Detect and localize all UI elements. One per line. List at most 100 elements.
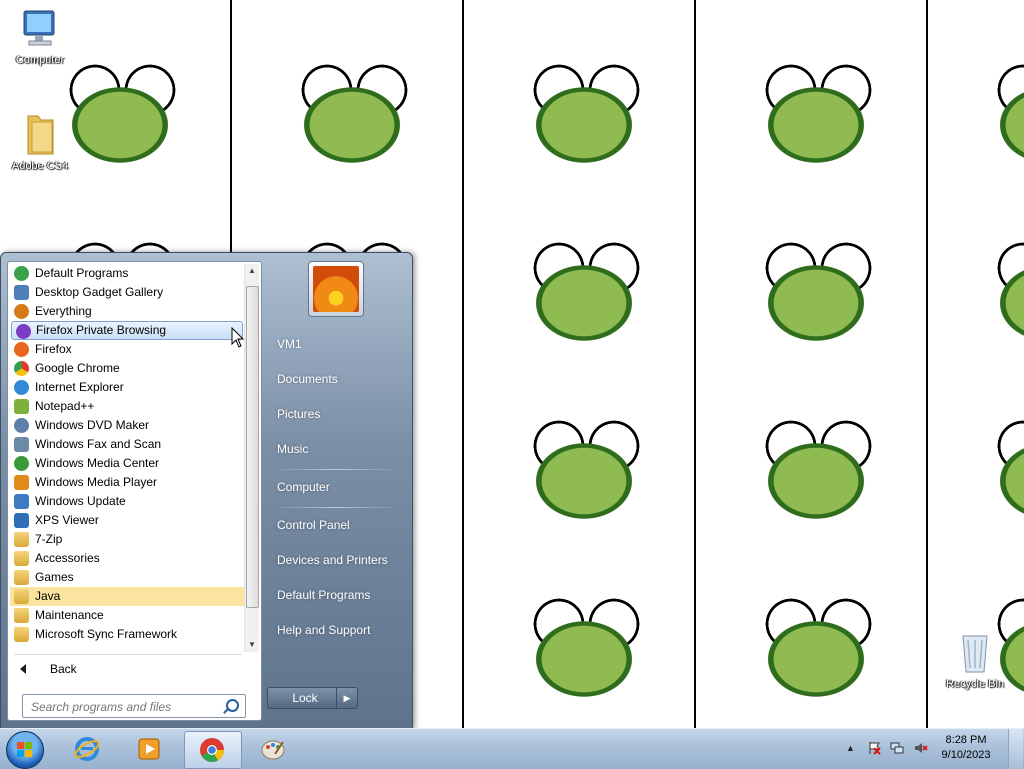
taskbar-internet-explorer[interactable] bbox=[60, 731, 116, 767]
divider bbox=[271, 507, 401, 508]
shutdown-options-arrow-icon[interactable]: ▶ bbox=[336, 687, 358, 709]
firefox-icon bbox=[14, 342, 29, 357]
program-label: Google Chrome bbox=[35, 361, 120, 375]
program-label: Notepad++ bbox=[35, 399, 95, 413]
link-vm1[interactable]: VM1 bbox=[269, 329, 412, 359]
folder-icon bbox=[27, 115, 54, 155]
program-label: Microsoft Sync Framework bbox=[35, 627, 178, 641]
back-button[interactable]: Back bbox=[14, 659, 234, 679]
desktop-icon-computer[interactable]: Computer bbox=[0, 8, 80, 66]
chrome-icon bbox=[200, 738, 224, 763]
user-picture[interactable] bbox=[308, 261, 364, 317]
action-center-flag-icon[interactable] bbox=[868, 741, 882, 755]
program-item[interactable]: Windows DVD Maker bbox=[10, 416, 244, 435]
program-item[interactable]: Windows Update bbox=[10, 492, 244, 511]
taskbar-media-player[interactable] bbox=[122, 731, 178, 767]
program-folder[interactable]: Maintenance bbox=[10, 606, 244, 625]
taskbar-google-chrome[interactable] bbox=[184, 731, 242, 769]
link-pictures[interactable]: Pictures bbox=[269, 399, 412, 429]
ie-icon bbox=[14, 380, 29, 395]
chrome-icon bbox=[14, 361, 29, 376]
program-folder[interactable]: Games bbox=[10, 568, 244, 587]
program-label: Accessories bbox=[35, 551, 100, 565]
clock-time: 8:28 PM bbox=[945, 734, 987, 746]
program-item-hovered[interactable]: Firefox Private Browsing bbox=[11, 321, 243, 340]
program-list: Default Programs Desktop Gadget Gallery … bbox=[10, 264, 244, 652]
start-menu: Default Programs Desktop Gadget Gallery … bbox=[0, 252, 413, 730]
taskbar-paint[interactable] bbox=[246, 731, 302, 767]
program-item[interactable]: Windows Fax and Scan bbox=[10, 435, 244, 454]
xps-viewer-icon bbox=[14, 513, 29, 528]
divider bbox=[14, 654, 242, 655]
program-item[interactable]: Notepad++ bbox=[10, 397, 244, 416]
program-item[interactable]: Desktop Gadget Gallery bbox=[10, 283, 244, 302]
magnifier-icon bbox=[14, 304, 29, 319]
gadget-icon bbox=[14, 285, 29, 300]
program-label: Firefox Private Browsing bbox=[36, 323, 167, 337]
desktop-icon-recycle-bin[interactable]: Recycle Bin bbox=[935, 630, 1015, 690]
program-label: Windows Fax and Scan bbox=[35, 437, 162, 451]
desktop-icon-label: Recycle Bin bbox=[945, 678, 1005, 690]
default-programs-icon bbox=[14, 266, 29, 281]
program-label: Maintenance bbox=[35, 608, 104, 622]
paint-icon bbox=[261, 740, 285, 760]
program-label: Windows Media Center bbox=[35, 456, 160, 470]
program-label: 7-Zip bbox=[35, 532, 63, 546]
media-center-icon bbox=[14, 456, 29, 471]
desktop-icon-adobe-cs4[interactable]: Adobe CS4 bbox=[0, 110, 80, 172]
mouse-cursor-icon bbox=[231, 327, 245, 348]
scroll-up-arrow-icon[interactable]: ▲ bbox=[245, 264, 259, 278]
program-list-scrollbar[interactable]: ▲ ▼ bbox=[244, 264, 259, 652]
folder-icon bbox=[14, 589, 29, 604]
back-label: Back bbox=[50, 662, 77, 676]
dvd-maker-icon bbox=[14, 418, 29, 433]
network-icon[interactable] bbox=[890, 741, 904, 755]
program-folder-highlighted[interactable]: Java bbox=[10, 587, 244, 606]
program-label: Windows DVD Maker bbox=[35, 418, 150, 432]
taskbar: ▲ 8:28 PM 9/10/2023 bbox=[0, 728, 1024, 769]
link-music[interactable]: Music bbox=[269, 434, 412, 464]
link-control-panel[interactable]: Control Panel bbox=[269, 510, 412, 540]
link-documents[interactable]: Documents bbox=[269, 364, 412, 394]
program-label: Desktop Gadget Gallery bbox=[35, 285, 164, 299]
start-button[interactable] bbox=[6, 731, 44, 769]
scroll-down-arrow-icon[interactable]: ▼ bbox=[245, 638, 259, 652]
back-arrow-icon bbox=[20, 664, 26, 674]
fax-icon bbox=[14, 437, 29, 452]
windows-update-icon bbox=[14, 494, 29, 509]
program-item[interactable]: Windows Media Center bbox=[10, 454, 244, 473]
show-desktop-button[interactable] bbox=[1008, 729, 1023, 769]
link-devices-and-printers[interactable]: Devices and Printers bbox=[269, 545, 412, 575]
link-default-programs[interactable]: Default Programs bbox=[269, 580, 412, 610]
search-icon[interactable] bbox=[226, 699, 239, 712]
recycle-bin-icon bbox=[962, 635, 988, 673]
program-item[interactable]: Everything bbox=[10, 302, 244, 321]
program-label: Java bbox=[35, 589, 61, 603]
program-folder[interactable]: Microsoft Sync Framework bbox=[10, 625, 244, 644]
program-folder[interactable]: 7-Zip bbox=[10, 530, 244, 549]
folder-icon bbox=[14, 551, 29, 566]
lock-button[interactable]: Lock bbox=[267, 687, 343, 709]
program-label: Internet Explorer bbox=[35, 380, 124, 394]
link-computer[interactable]: Computer bbox=[269, 472, 412, 502]
program-label: Default Programs bbox=[35, 266, 129, 280]
folder-icon bbox=[14, 570, 29, 585]
desktop-icon-label: Computer bbox=[15, 54, 65, 66]
clock[interactable]: 8:28 PM 9/10/2023 bbox=[934, 733, 998, 763]
show-hidden-icons-chevron-icon[interactable]: ▲ bbox=[846, 741, 860, 755]
link-help-and-support[interactable]: Help and Support bbox=[269, 615, 412, 645]
program-label: Games bbox=[35, 570, 74, 584]
program-item[interactable]: Google Chrome bbox=[10, 359, 244, 378]
search-box[interactable] bbox=[22, 694, 246, 718]
program-item[interactable]: Internet Explorer bbox=[10, 378, 244, 397]
program-item[interactable]: XPS Viewer bbox=[10, 511, 244, 530]
program-item[interactable]: Windows Media Player bbox=[10, 473, 244, 492]
computer-icon bbox=[23, 10, 55, 46]
volume-muted-icon[interactable] bbox=[914, 741, 928, 755]
search-input[interactable] bbox=[29, 698, 219, 715]
program-folder[interactable]: Accessories bbox=[10, 549, 244, 568]
program-item[interactable]: Firefox bbox=[10, 340, 244, 359]
divider bbox=[271, 469, 401, 470]
scrollbar-thumb[interactable] bbox=[246, 286, 259, 608]
program-item[interactable]: Default Programs bbox=[10, 264, 244, 283]
